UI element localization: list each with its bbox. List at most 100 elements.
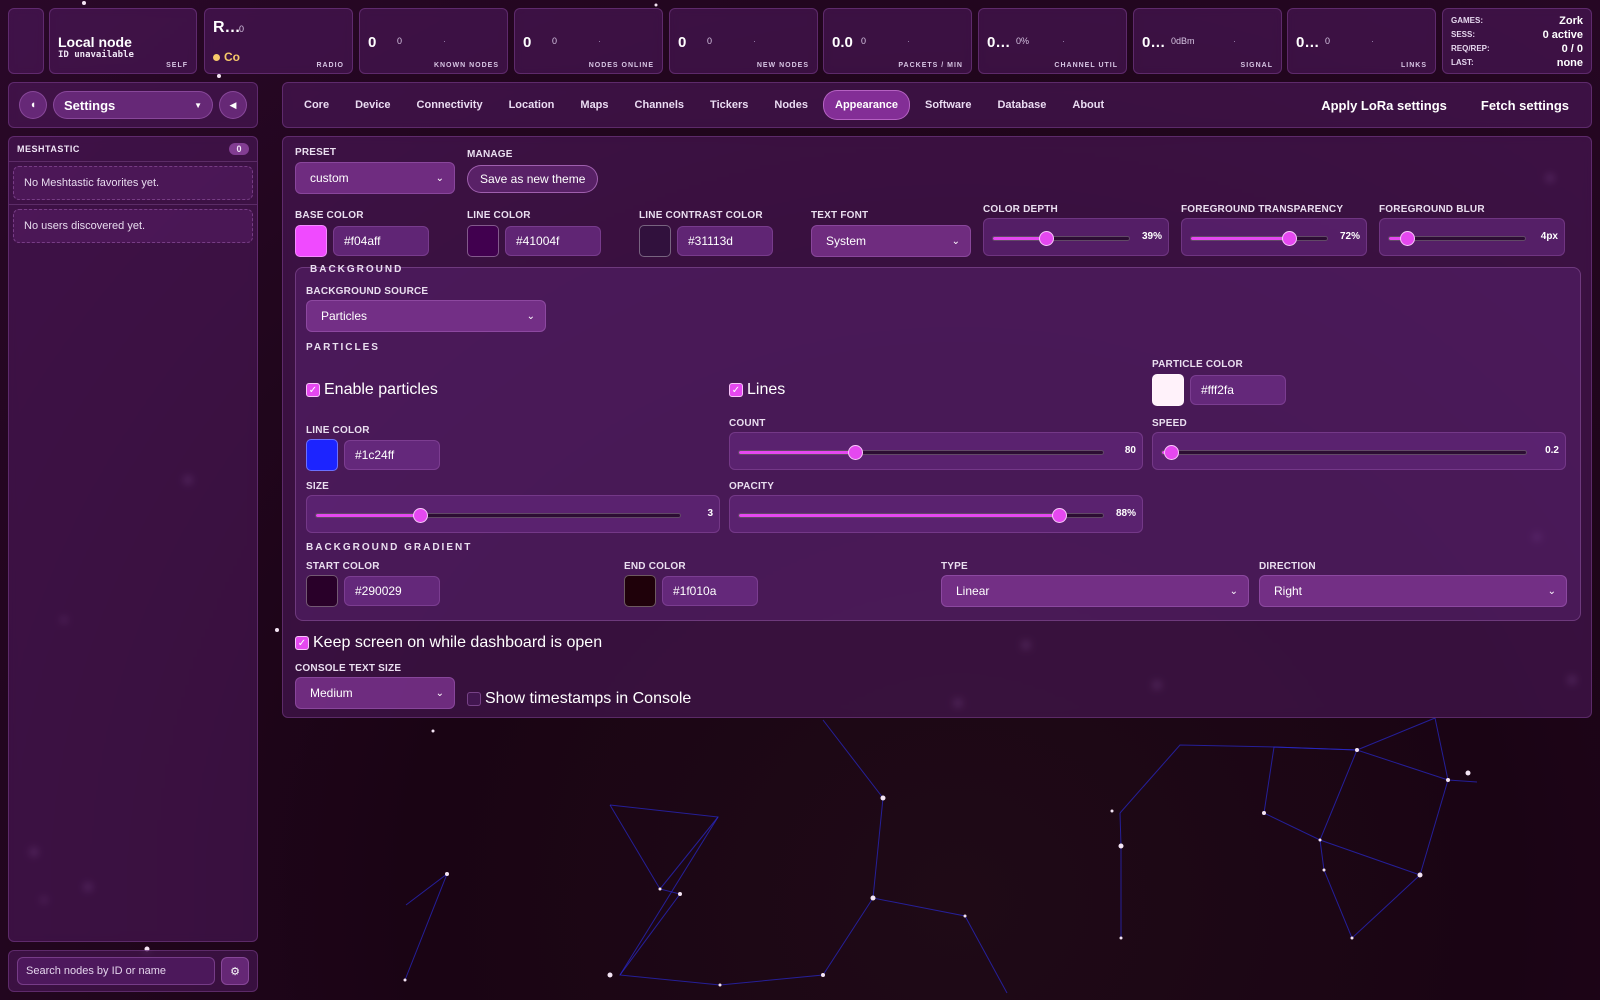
console-text-size-select[interactable]: Medium ⌄: [295, 677, 455, 709]
foreground-transparency-slider[interactable]: 72%: [1181, 218, 1367, 256]
color-depth-slider[interactable]: 39%: [983, 218, 1169, 256]
start-color-input[interactable]: #290029: [344, 576, 440, 606]
radio-status: Co: [224, 50, 240, 64]
size-slider[interactable]: 3: [306, 495, 720, 533]
line-color-swatch[interactable]: [467, 225, 499, 257]
count-slider[interactable]: 80: [729, 432, 1143, 470]
view-select[interactable]: Settings ▼: [53, 91, 213, 119]
games-tile[interactable]: GAMES: Zork SESS: 0 active REQ/REP: 0 / 0 L…: [1442, 8, 1592, 74]
chevron-down-icon: ⌄: [526, 310, 535, 322]
tab-core[interactable]: Core: [293, 91, 340, 119]
channel-util-caption: CHANNEL UTIL: [1054, 62, 1118, 69]
chevron-down-icon: ⌄: [435, 687, 444, 699]
particle-line-color-label: LINE COLOR: [306, 425, 370, 436]
size-label: SIZE: [306, 481, 330, 492]
meshtastic-section-header[interactable]: MESHTASTIC 0: [9, 137, 257, 162]
tab-location[interactable]: Location: [498, 91, 566, 119]
particle-color-swatch[interactable]: [1152, 374, 1184, 406]
packets-value: 0.0: [832, 34, 853, 51]
particle-color-input[interactable]: #fff2fa: [1190, 375, 1286, 405]
meshtastic-section-title: MESHTASTIC: [17, 144, 80, 154]
tab-connectivity[interactable]: Connectivity: [406, 91, 494, 119]
enable-particles-checkbox[interactable]: ✓ Enable particles: [306, 381, 438, 399]
slider-thumb[interactable]: [1164, 445, 1180, 460]
links-caption: LINKS: [1401, 62, 1427, 69]
background-section: BACKGROUND BACKGROUND SOURCE Particles ⌄…: [295, 264, 1581, 621]
tab-about[interactable]: About: [1061, 91, 1115, 119]
particles-title: PARTICLES: [306, 342, 380, 353]
start-color-swatch[interactable]: [306, 575, 338, 607]
tab-software[interactable]: Software: [914, 91, 982, 119]
tab-device[interactable]: Device: [344, 91, 401, 119]
particle-line-color-swatch[interactable]: [306, 439, 338, 471]
packets-caption: PACKETS / MIN: [898, 62, 963, 69]
menu-tile[interactable]: [8, 8, 44, 74]
tab-nodes[interactable]: Nodes: [763, 91, 819, 119]
gradient-type-select[interactable]: Linear ⌄: [941, 575, 1249, 607]
foreground-blur-slider[interactable]: 4px: [1379, 218, 1565, 256]
signal-tile[interactable]: 0… 0dBm · SIGNAL: [1133, 8, 1282, 74]
caret-left-icon: ◀: [229, 99, 237, 110]
speed-label: SPEED: [1152, 418, 1187, 429]
known-nodes-tile[interactable]: 0 0 · KNOWN NODES: [359, 8, 508, 74]
end-color-input[interactable]: #1f010a: [662, 576, 758, 606]
slider-thumb[interactable]: [1400, 231, 1416, 246]
sess-value: 0 active: [1542, 29, 1583, 41]
gradient-direction-select[interactable]: Right ⌄: [1259, 575, 1567, 607]
gradient-direction-label: DIRECTION: [1259, 561, 1316, 572]
self-tile[interactable]: Local node ID unavailable SELF: [49, 8, 197, 74]
slider-thumb[interactable]: [1039, 231, 1055, 246]
end-color-swatch[interactable]: [624, 575, 656, 607]
tab-channels[interactable]: Channels: [624, 91, 696, 119]
tab-tickers[interactable]: Tickers: [699, 91, 759, 119]
tab-database[interactable]: Database: [986, 91, 1057, 119]
tab-maps[interactable]: Maps: [569, 91, 619, 119]
sparkline-dot: ·: [598, 36, 601, 46]
channel-util-tile[interactable]: 0… 0% · CHANNEL UTIL: [978, 8, 1127, 74]
slider-thumb[interactable]: [1281, 231, 1297, 246]
slider-thumb[interactable]: [1052, 508, 1068, 523]
search-options-button[interactable]: ⚙: [221, 957, 249, 985]
keep-screen-on-checkbox[interactable]: ✓ Keep screen on while dashboard is open: [295, 634, 602, 652]
base-color-input[interactable]: #f04aff: [333, 226, 429, 256]
chevron-down-icon: ⌄: [951, 235, 960, 247]
channel-util-value: 0…: [987, 34, 1011, 51]
lines-checkbox[interactable]: ✓ Lines: [729, 381, 785, 399]
line-color-input[interactable]: #41004f: [505, 226, 601, 256]
particle-line-color-input[interactable]: #1c24ff: [344, 440, 440, 470]
count-label: COUNT: [729, 418, 766, 429]
line-contrast-swatch[interactable]: [639, 225, 671, 257]
background-source-select[interactable]: Particles ⌄: [306, 300, 546, 332]
line-contrast-input[interactable]: #31113d: [677, 226, 773, 256]
fetch-settings-button[interactable]: Fetch settings: [1469, 92, 1581, 119]
sidebar-header: ◖ Settings ▼ ◀: [8, 82, 258, 128]
apply-lora-settings-button[interactable]: Apply LoRa settings: [1309, 92, 1459, 119]
half-moon-icon: ◖: [29, 99, 37, 111]
stats-bar: Local node ID unavailable SELF R… 0 Co R…: [8, 8, 1592, 74]
save-as-new-theme-button[interactable]: Save as new theme: [467, 165, 599, 193]
opacity-slider[interactable]: 88%: [729, 495, 1143, 533]
gear-icon: ⚙: [230, 965, 240, 978]
speed-slider[interactable]: 0.2: [1152, 432, 1566, 470]
last-value: none: [1556, 57, 1583, 69]
theme-toggle-button[interactable]: ◖: [19, 91, 47, 119]
slider-thumb[interactable]: [848, 445, 864, 460]
links-tile[interactable]: 0… 0 · LINKS: [1287, 8, 1436, 74]
text-font-select[interactable]: System ⌄: [811, 225, 971, 257]
packets-tile[interactable]: 0.0 0 · PACKETS / MIN: [823, 8, 972, 74]
show-timestamps-checkbox[interactable]: Show timestamps in Console: [467, 690, 691, 708]
foreground-blur-value: 4px: [1540, 231, 1558, 242]
radio-tile[interactable]: R… 0 Co RADIO: [204, 8, 353, 74]
check-icon: ✓: [306, 383, 320, 397]
new-nodes-tile[interactable]: 0 0 · NEW NODES: [669, 8, 818, 74]
base-color-swatch[interactable]: [295, 225, 327, 257]
collapse-sidebar-button[interactable]: ◀: [219, 91, 247, 119]
search-nodes-input[interactable]: [17, 957, 215, 985]
nodes-online-tile[interactable]: 0 0 · NODES ONLINE: [514, 8, 663, 74]
slider-thumb[interactable]: [412, 508, 428, 523]
speed-value: 0.2: [1545, 445, 1559, 456]
settings-tabs: Core Device Connectivity Location Maps C…: [282, 82, 1592, 128]
preset-select[interactable]: custom ⌄: [295, 162, 455, 194]
tab-appearance[interactable]: Appearance: [823, 90, 910, 120]
caret-down-icon: ▼: [194, 100, 202, 110]
